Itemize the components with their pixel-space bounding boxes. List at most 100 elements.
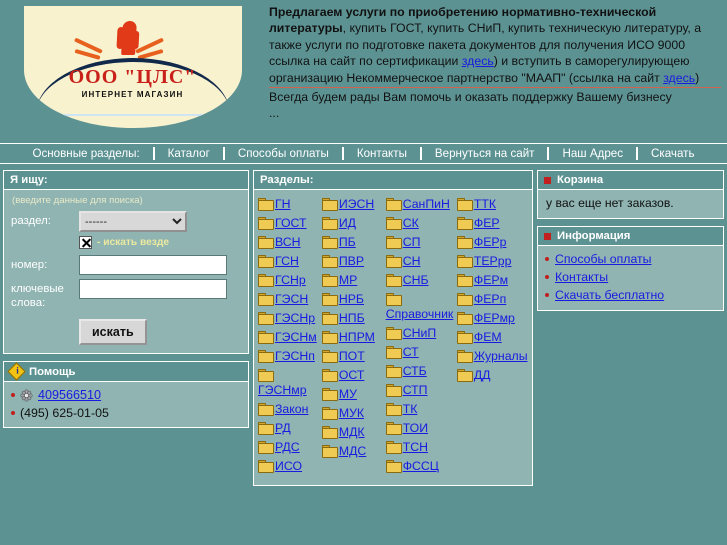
section-link-nrb[interactable]: НРБ [339,292,364,306]
site-logo[interactable]: ООО "ЦЛС" ИНТЕРНЕТ МАГАЗИН [23,6,242,128]
section-link-iso[interactable]: ИСО [275,459,302,473]
section-link-mu[interactable]: МУ [339,387,357,401]
promo-ellipsis: ... [269,106,280,121]
folder-icon [258,312,274,325]
section-link-snip[interactable]: СНиП [403,326,436,340]
section-link-st[interactable]: СТ [403,345,419,359]
section-link-ferp[interactable]: ФЕРп [474,292,506,306]
section-link-terrr[interactable]: ТЕРрр [474,254,512,268]
section-link-zakon[interactable]: Закон [275,402,308,416]
section-link-vsn[interactable]: ВСН [275,235,301,249]
section-item: ГЭСН [258,291,322,307]
folder-icon [456,198,473,211]
nav-item-download[interactable]: Скачать [638,144,707,163]
help-icq-link[interactable]: 409566510 [38,388,101,402]
section-link-dd[interactable]: ДД [474,368,491,382]
section-link-ferm[interactable]: ФЕРм [474,273,508,287]
section-link-id[interactable]: ИД [339,216,356,230]
section-link-rds[interactable]: РДС [275,440,300,454]
section-link-sn[interactable]: СН [403,254,421,268]
section-link-snb[interactable]: СНБ [403,273,429,287]
search-number-row: номер: [11,255,241,275]
info-link-contacts[interactable]: Контакты [555,270,608,284]
section-item: ГЭСНм [258,329,322,345]
section-link-gesn[interactable]: ГЭСН [275,292,308,306]
section-item: ГОСТ [258,215,322,231]
search-keywords-label: ключевые слова: [11,283,64,309]
folder-icon [385,255,402,268]
flame-icon [120,21,137,55]
section-link-tk[interactable]: ТК [403,402,418,416]
section-link-ferr[interactable]: ФЕРр [474,235,507,249]
nav-label: Основные разделы: [32,147,140,160]
content-columns: Я ищу: (введите данные для поиска) разде… [0,164,727,493]
section-link-gesnp[interactable]: ГЭСНп [275,349,315,363]
section-link-gesnr[interactable]: ГЭСНр [275,311,315,325]
section-link-toi[interactable]: ТОИ [403,421,428,435]
folder-icon [258,422,274,435]
section-link-npb[interactable]: НПБ [339,311,365,325]
info-link-payment-methods[interactable]: Способы оплаты [555,252,652,266]
section-link-pot[interactable]: ПОТ [339,349,365,363]
search-everywhere-checkbox[interactable] [79,236,92,249]
folder-icon [258,236,274,249]
section-link-gost[interactable]: ГОСТ [275,216,307,230]
section-link-rd[interactable]: РД [275,421,291,435]
section-item: ИСО [258,458,322,474]
nav-item-our-address[interactable]: Наш Адрес [549,144,636,163]
section-link-pb[interactable]: ПБ [339,235,356,249]
info-link-download-free[interactable]: Скачать бесплатно [555,288,664,302]
nav-item-back-to-site[interactable]: Вернуться на сайт [422,144,548,163]
section-link-pvr[interactable]: ПВР [339,254,364,268]
search-number-input[interactable] [79,255,227,275]
nav-item-payment-methods[interactable]: Способы оплаты [225,144,342,163]
folder-icon [385,274,402,287]
nav-item-catalog[interactable]: Каталог [155,144,223,163]
section-link-fermr[interactable]: ФЕРмр [474,311,515,325]
section-link-gesnmr[interactable]: ГЭСНмр [258,383,307,397]
section-link-spravochnik[interactable]: Справочник [386,307,454,321]
section-link-mr[interactable]: МР [339,273,357,287]
section-item: ФЕРмр [456,310,528,326]
section-link-gsn[interactable]: ГСН [275,254,299,268]
search-submit-button[interactable]: искать [79,319,147,345]
section-link-stp[interactable]: СТП [403,383,428,397]
section-link-muk[interactable]: МУК [339,406,364,420]
section-link-stb[interactable]: СТБ [403,364,427,378]
folder-icon [258,460,274,473]
section-item: ГЭСНп [258,348,322,364]
section-item: СНБ [385,272,457,288]
section-link-gesnm[interactable]: ГЭСНм [275,330,317,344]
section-link-iesn[interactable]: ИЭСН [339,197,374,211]
section-link-zhurnaly[interactable]: Журналы [474,349,528,363]
section-link-mdk[interactable]: МДК [339,425,365,439]
section-link-sp[interactable]: СП [403,235,421,249]
section-link-fsstc[interactable]: ФССЦ [403,459,439,473]
info-link-row: Контакты [545,268,716,286]
section-link-ost[interactable]: ОСТ [339,368,365,382]
folder-icon [321,426,338,439]
section-link-gsnr[interactable]: ГСНр [275,273,306,287]
section-link-fem[interactable]: ФЕМ [474,330,502,344]
section-link-ttk[interactable]: ТТК [474,197,496,211]
section-link-sanpin[interactable]: СанПиН [403,197,450,211]
section-link-tsn[interactable]: ТСН [403,440,428,454]
search-hint: (введите данные для поиска) [12,195,143,206]
search-section-select[interactable]: ------ [79,211,187,232]
info-panel-header: Информация [538,227,723,246]
section-link-nprm[interactable]: НПРМ [339,330,375,344]
section-link-gn[interactable]: ГН [275,197,291,211]
promo-link-certification[interactable]: здесь [462,54,494,68]
bullet-dot-icon [545,293,549,297]
search-section-label: раздел: [11,215,51,227]
nav-item-contacts[interactable]: Контакты [344,144,420,163]
section-link-fer[interactable]: ФЕР [474,216,500,230]
promo-footer-line: Всегда будем рады Вам помочь и оказать п… [269,90,672,105]
section-link-mds[interactable]: МДС [339,444,366,458]
section-item: МР [321,272,386,288]
promo-link-maap[interactable]: здесь [663,71,695,85]
section-link-sk[interactable]: СК [403,216,419,230]
search-keywords-input[interactable] [79,279,227,299]
section-item: ГСН [258,253,322,269]
search-section-row: раздел: ------ [11,211,241,232]
